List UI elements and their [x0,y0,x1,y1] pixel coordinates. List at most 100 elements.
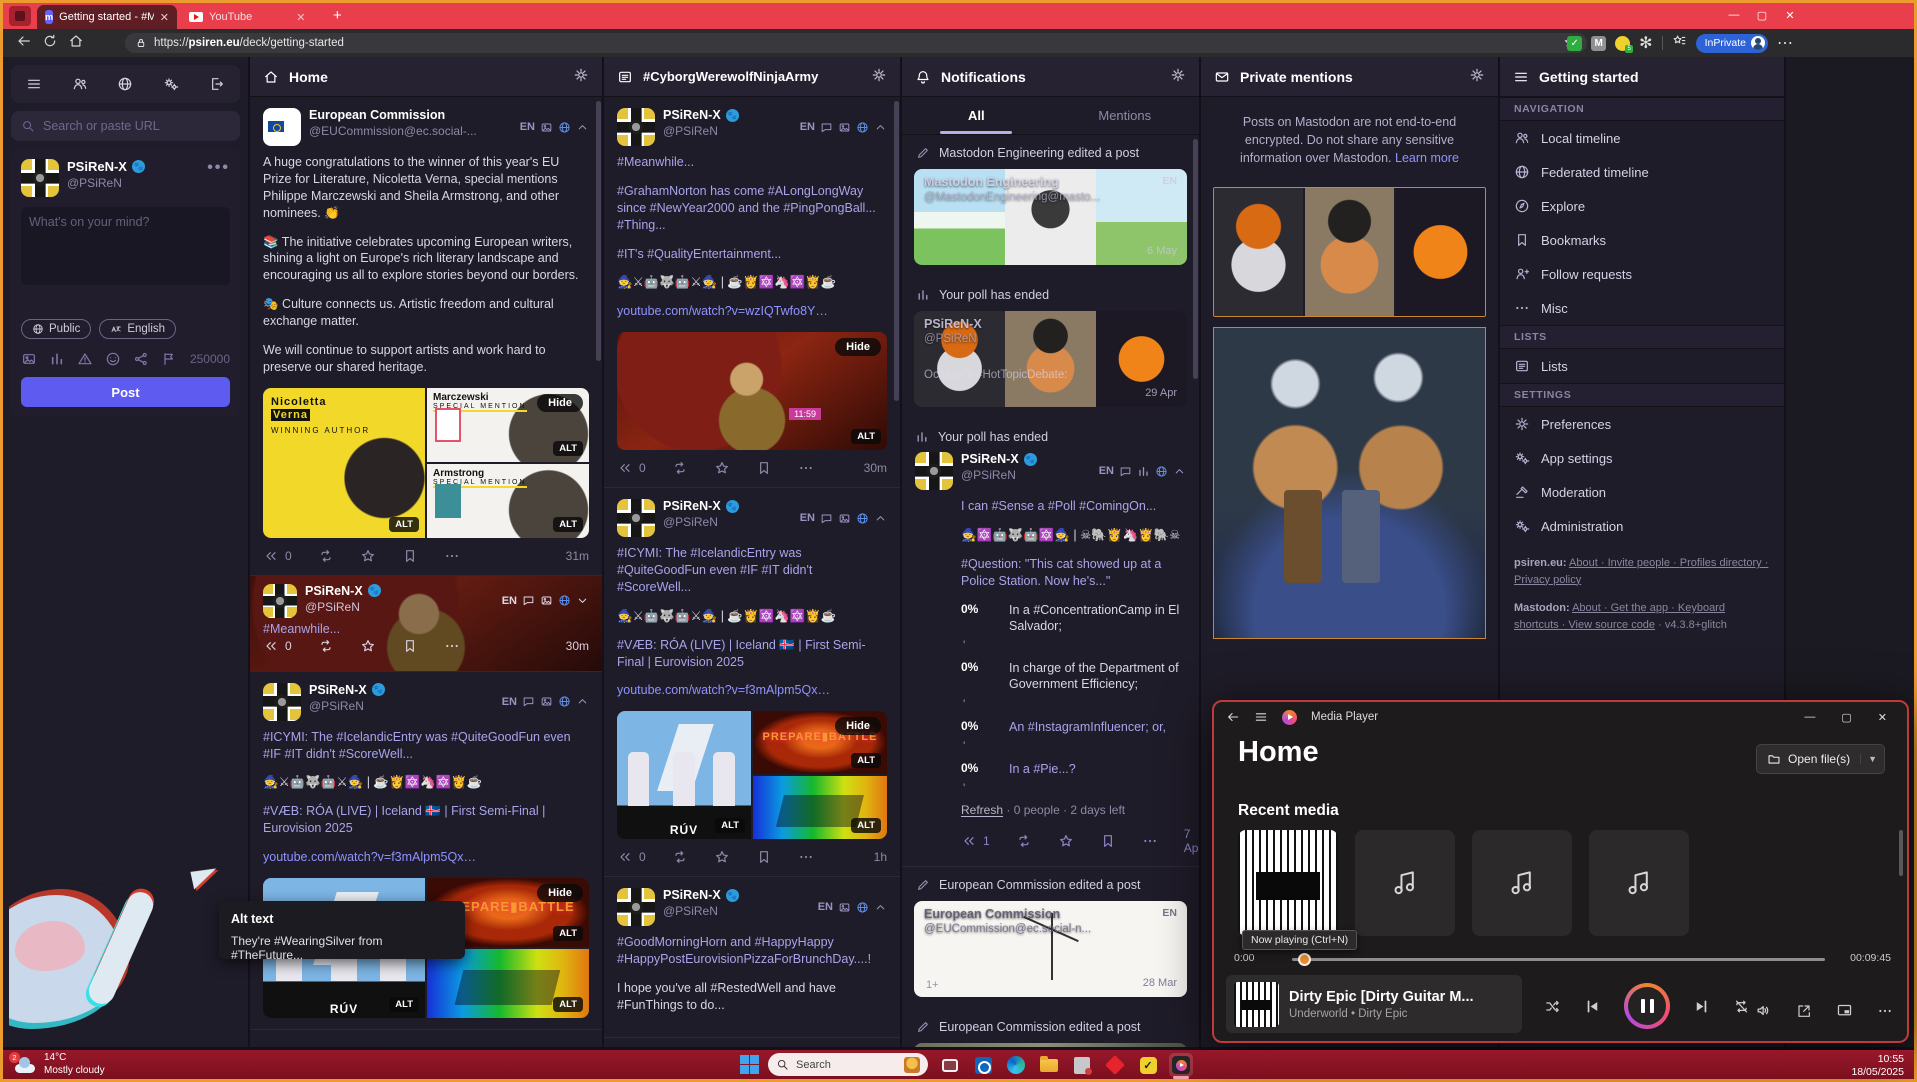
collapse-icon[interactable] [576,695,589,708]
nav-local-timeline[interactable]: Local timeline [1500,121,1784,155]
start-button[interactable] [740,1055,759,1074]
collapse-icon[interactable] [874,512,887,525]
boost-icon[interactable] [1016,833,1032,849]
tab-close-icon[interactable]: ✕ [160,11,169,24]
task-view-icon[interactable] [938,1053,962,1077]
favourite-icon[interactable] [1058,833,1074,849]
previous-icon[interactable] [1583,997,1602,1016]
nav-moderation[interactable]: Moderation [1500,475,1784,509]
nav-preferences[interactable]: Preferences [1500,407,1784,441]
poll-option[interactable]: 0% An #InstagramInfluencer; or, [961,719,1186,735]
bookmark-icon[interactable] [756,460,772,476]
emoji-icon[interactable] [105,351,121,367]
recent-media-tile[interactable] [1589,830,1689,936]
favourite-icon[interactable] [360,638,376,654]
column-settings-icon[interactable] [1469,67,1485,86]
now-playing-card[interactable]: Dirty Epic [Dirty Guitar M... Underworld… [1226,975,1522,1033]
flag-icon[interactable] [161,351,177,367]
media-player-titlebar[interactable]: Media Player — ▢ ✕ [1214,702,1907,732]
notification-edit[interactable]: European Commission edited a post Europe… [902,867,1199,997]
search-input[interactable]: Search or paste URL [11,111,240,141]
reply-icon[interactable] [617,460,633,476]
media-attachment[interactable]: Hide ALT 11:59 [617,332,887,451]
notification-poll-ended[interactable]: Your poll has ended PSiReN-X @PSiReN Oct… [902,277,1199,407]
open-files-button[interactable]: Open file(s) ▼ [1756,744,1885,774]
extension-check-icon[interactable]: ✓ [1567,35,1583,51]
privacy-button[interactable]: Public [21,319,92,339]
scrollbar[interactable] [1899,830,1903,876]
nav-follow-requests[interactable]: Follow requests [1500,257,1784,291]
media-attachment-grid[interactable] [1213,187,1486,318]
collapse-icon[interactable] [576,121,589,134]
footer-link[interactable]: Invite people [1598,557,1670,569]
avatar[interactable] [617,108,655,146]
avatar[interactable] [617,499,655,538]
seek-bar[interactable] [1292,958,1825,961]
notification-preview[interactable]: PSiReN-X @PSiReN October's #HotTopicDeba… [914,311,1187,407]
reply-icon[interactable] [263,548,279,564]
post-link[interactable]: youtube.com/watch?v=f3mAlpm5Qx… [617,682,887,699]
footer-link[interactable]: About [1572,602,1601,614]
post-link[interactable]: youtube.com/watch?v=wzIQTwfo8Y… [617,303,887,320]
settings-gears-icon[interactable] [163,76,179,92]
extension-s-icon[interactable]: 5 [1615,35,1634,53]
scrollbar[interactable] [1193,139,1198,379]
notification-preview[interactable]: European Commission @EUCommission@ec.soc… [914,901,1187,997]
window-close-button[interactable]: ✕ [1878,711,1887,724]
shuffle-icon[interactable] [1544,998,1561,1015]
more-icon[interactable] [798,849,814,865]
avatar[interactable] [263,583,297,618]
nav-misc[interactable]: Misc [1500,291,1784,325]
notification-edit[interactable]: European Commission edited a post Europe… [902,1009,1199,1047]
post-collapsed-meanwhile[interactable]: PSiReN-X 🐾 @PSiReN EN #Meanwhile... 0 30… [250,575,602,672]
tab-mentions[interactable]: Mentions [1051,97,1200,134]
avatar[interactable] [263,682,301,721]
expand-icon[interactable] [576,594,589,607]
share-icon[interactable] [133,351,149,367]
reply-icon[interactable] [263,638,279,654]
bookmark-icon[interactable] [402,548,418,564]
poll-option[interactable]: 0% In a #Pie...? [961,761,1186,777]
post-meanwhile[interactable]: PSiReN-X 🐾 @PSiReN EN #Meanwhile... #Grah… [604,97,900,489]
recent-media-tile[interactable] [1355,830,1455,936]
window-minimize-button[interactable]: — [1720,3,1748,27]
menu-icon[interactable] [1513,69,1529,85]
media-attachment[interactable]: ALT [753,776,887,840]
post-european-commission[interactable]: European Commission @EUCommission@ec.soc… [250,97,602,576]
scrollbar[interactable] [596,101,601,361]
mini-player-icon[interactable] [1836,1002,1853,1019]
poll-option[interactable]: 0% In charge of the Department of Governm… [961,660,1186,693]
globe-icon[interactable] [117,76,133,92]
column-settings-icon[interactable] [1170,67,1186,86]
footer-link[interactable]: Profiles directory [1670,557,1762,569]
menu-icon[interactable] [1254,710,1268,724]
post-goodmorning[interactable]: PSiReN-X 🐾 @PSiReN EN #GoodMorningHorn an… [604,877,900,1038]
media-attachment[interactable]: Armstrong SPECIAL MENTION ALT [427,463,589,538]
alt-badge[interactable]: ALT [389,516,419,532]
nav-administration[interactable]: Administration [1500,509,1784,543]
hide-media-button[interactable]: Hide [835,338,881,357]
more-icon[interactable] [1877,1003,1893,1019]
poll-icon[interactable] [49,351,65,367]
hide-media-button[interactable]: Hide [537,393,583,412]
post-button[interactable]: Post [21,377,230,407]
open-files-dropdown-icon[interactable]: ▼ [1860,754,1884,764]
media-attachment-large[interactable] [1213,327,1486,640]
antivirus-icon[interactable]: ✓ [1136,1053,1160,1077]
nav-app-settings[interactable]: App settings [1500,441,1784,475]
file-explorer-icon[interactable] [1037,1053,1061,1077]
refresh-icon[interactable] [37,33,63,54]
window-close-button[interactable]: ✕ [1776,3,1804,27]
more-icon[interactable] [798,460,814,476]
weather-widget[interactable]: 2 14°C Mostly cloudy [3,1051,105,1077]
profile-menu-icon[interactable]: ••• [207,159,230,177]
notification-edit[interactable]: Mastodon Engineering edited a post Masto… [902,135,1199,265]
window-minimize-button[interactable]: — [1804,711,1815,724]
inprivate-badge[interactable]: InPrivate [1695,33,1768,53]
alt-badge[interactable]: ALT [715,818,745,834]
taskbar-clock[interactable]: 10:55 18/05/2025 [1851,1053,1904,1079]
content-warning-icon[interactable] [77,351,93,367]
edge-icon[interactable] [1004,1053,1028,1077]
extension-flower-icon[interactable]: ✻ [1639,33,1652,53]
footer-link[interactable]: View source code [1559,619,1655,631]
